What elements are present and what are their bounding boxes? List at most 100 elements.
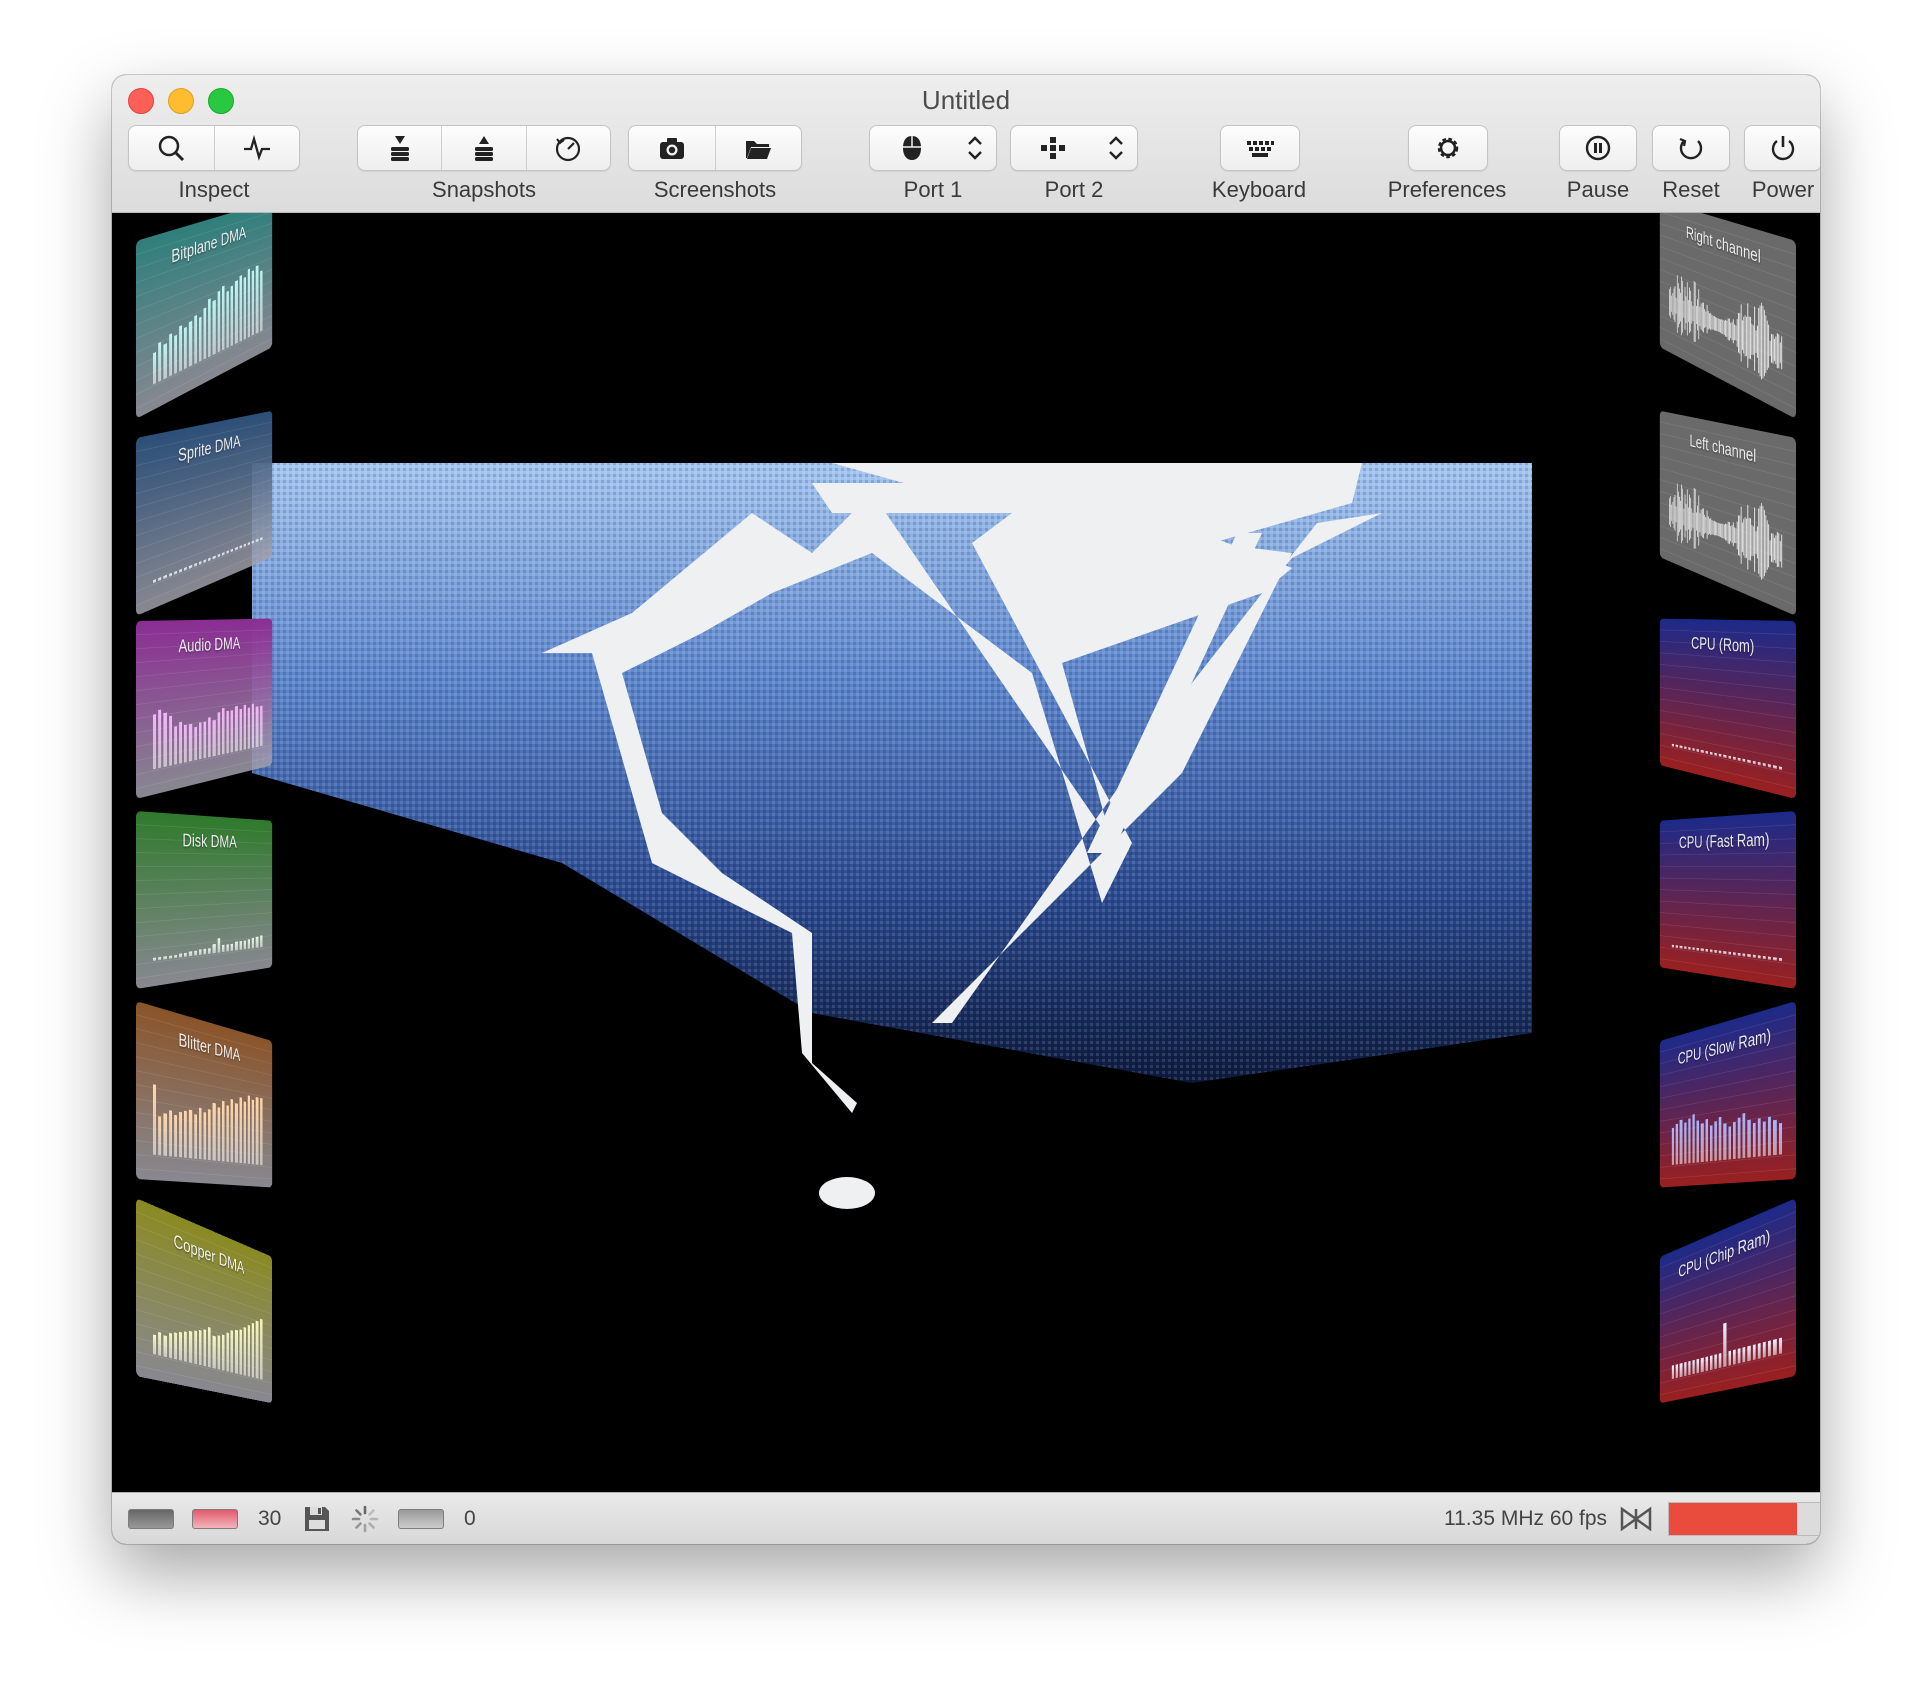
graph-bar [1672, 1128, 1674, 1165]
graph-bar [199, 1329, 202, 1365]
graph-bar [1676, 945, 1678, 948]
graph-bar [1676, 745, 1678, 748]
graph-bar [1684, 946, 1686, 949]
graph-bar [158, 1116, 161, 1155]
graph-bar [248, 268, 250, 337]
reset-button[interactable] [1653, 126, 1729, 170]
graph-bar [1692, 1114, 1694, 1163]
graph-bar [189, 321, 192, 367]
graph-bar [1743, 759, 1746, 762]
graph-bar [1733, 757, 1736, 760]
graph-bar [174, 1115, 177, 1157]
graph-bar [231, 285, 234, 346]
graph-bar [244, 1101, 246, 1163]
pause-label: Pause [1559, 177, 1637, 203]
graph-bar [1719, 951, 1722, 954]
graph-bar [164, 1335, 167, 1357]
panel-disk-dma[interactable]: Disk DMA [136, 811, 272, 989]
camera-icon [657, 133, 687, 163]
snapshot-restore-icon [469, 133, 499, 163]
graph-bar [235, 1103, 238, 1162]
graph-bar [235, 1330, 238, 1374]
graph-bar [1688, 947, 1690, 950]
graph-bar [252, 1100, 254, 1165]
graph-bar [208, 298, 211, 357]
floppy-disk-icon [302, 1504, 332, 1534]
warp-button[interactable] [1620, 1493, 1652, 1544]
graph-bar [194, 727, 197, 761]
graph-bar [174, 955, 177, 958]
graph-bar [244, 277, 246, 340]
snapshot-save-button[interactable] [358, 126, 442, 170]
graph-bar [1753, 761, 1756, 764]
graph-bar [260, 1098, 262, 1165]
port1-popup[interactable] [869, 125, 997, 171]
power-icon [1768, 133, 1798, 163]
graph-bar [231, 1330, 234, 1373]
port2-popup[interactable] [1010, 125, 1138, 171]
graph-bar [1714, 1354, 1717, 1369]
toolbar-group-port1: Port 1 [869, 125, 997, 203]
graph-bar [1705, 1356, 1708, 1371]
graph-bar [199, 317, 202, 362]
graph-bar [231, 1099, 234, 1162]
graph-bar [1714, 1121, 1717, 1161]
graph-bar [194, 1114, 197, 1159]
pause-button[interactable] [1560, 126, 1636, 170]
graph-bar [1768, 764, 1771, 768]
graph-bar [239, 1097, 241, 1163]
monitor-button[interactable] [215, 126, 300, 170]
drive-df0-led[interactable] [128, 1493, 174, 1544]
graph-bar [1692, 748, 1694, 751]
graph-bar [169, 955, 172, 958]
folder-icon [743, 133, 773, 163]
preferences-button[interactable] [1409, 126, 1487, 170]
graph-bar [208, 948, 211, 954]
graph-bar [1724, 1323, 1727, 1367]
graph-bar [1692, 947, 1694, 950]
graph-bar [184, 327, 187, 370]
graph-bar [248, 708, 250, 749]
screenshot-browser-button[interactable] [716, 126, 802, 170]
graph-bar [208, 1327, 211, 1367]
graph-bar [1710, 752, 1713, 755]
screenshot-button[interactable] [629, 126, 716, 170]
graph-bar [1763, 763, 1766, 767]
graph-bar [1743, 1113, 1746, 1158]
graph-bar [226, 1332, 229, 1371]
graph-bar [1710, 949, 1713, 952]
graph-bar [1753, 1123, 1756, 1157]
graph-bar [1710, 1125, 1713, 1161]
drive-df1-icon [192, 1509, 238, 1529]
keyboard-button[interactable] [1221, 126, 1299, 170]
graph-bar [1773, 765, 1776, 769]
graph-bar [222, 1101, 225, 1162]
graph-bar [184, 1331, 187, 1362]
emulator-screen[interactable]: Bitplane DMA Sprite DMA Audio DMA Disk DMA B… [112, 213, 1820, 1492]
graph-bar [1773, 1120, 1776, 1155]
graph-bar [1697, 1359, 1700, 1374]
graph-bar [174, 726, 177, 765]
graph-bar [1697, 1120, 1700, 1162]
floppy-button[interactable] [302, 1493, 332, 1544]
graph-bar [169, 1110, 172, 1156]
graph-bar [1705, 751, 1708, 754]
graph-bar [1758, 955, 1761, 958]
drive-df2-led[interactable] [398, 1493, 444, 1544]
drive-df1-led[interactable] [192, 1493, 238, 1544]
graph-bar [204, 722, 207, 759]
pause-icon [1583, 133, 1613, 163]
graph-bar [226, 711, 229, 754]
graph-bar [204, 948, 207, 954]
graph-bar [158, 1332, 161, 1356]
panel-cpu-fast-ram[interactable]: CPU (Fast Ram) [1660, 811, 1796, 989]
graph-bar [252, 938, 254, 948]
graph-bar [164, 343, 167, 379]
inspect-button[interactable] [129, 126, 215, 170]
graph-bar [260, 936, 262, 948]
snapshot-restore-button[interactable] [442, 126, 526, 170]
snapshot-history-button[interactable] [527, 126, 610, 170]
power-button[interactable] [1745, 126, 1820, 170]
statusbar: 30 0 11.35 MHz 60 fps [112, 1492, 1820, 1544]
graph-bar [194, 1330, 197, 1364]
